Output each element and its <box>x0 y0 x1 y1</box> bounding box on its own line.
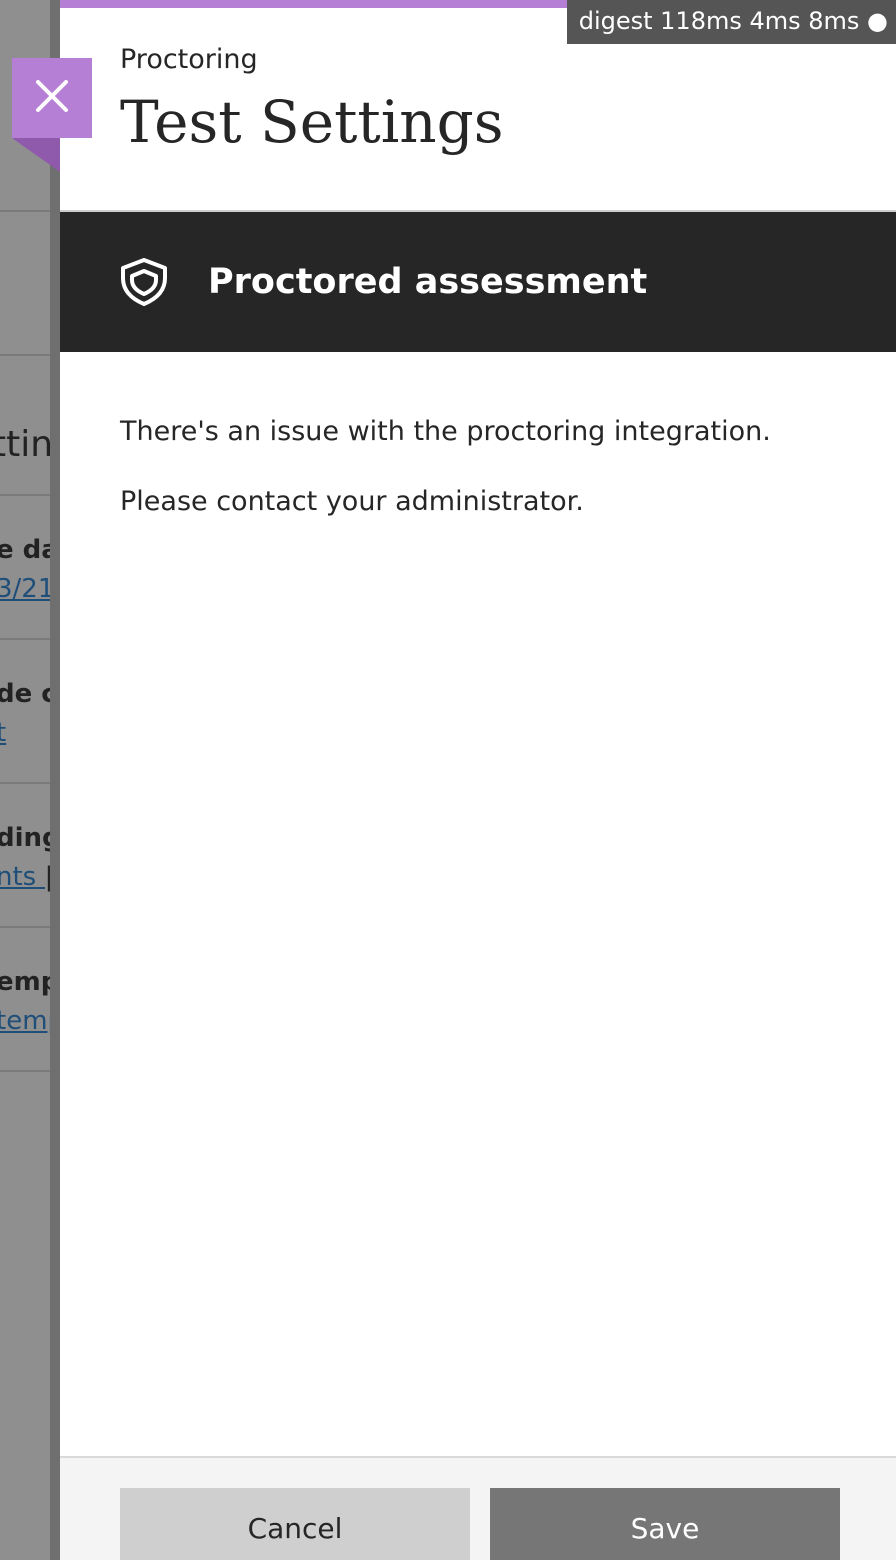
background-field-link[interactable]: nts | <box>0 862 53 892</box>
background-field-link[interactable]: t <box>0 718 6 748</box>
breadcrumb: Proctoring <box>120 44 258 75</box>
close-icon[interactable] <box>35 79 69 117</box>
page: ttin e dat 3/21, de ca t ding nts | empt… <box>0 0 896 1560</box>
save-button[interactable]: Save <box>490 1488 840 1560</box>
proctored-assessment-banner: Proctored assessment <box>60 212 896 352</box>
shield-icon <box>118 256 170 308</box>
background-page: ttin e dat 3/21, de ca t ding nts | empt… <box>0 0 60 1560</box>
background-heading: ttin <box>0 424 54 465</box>
cancel-button[interactable]: Cancel <box>120 1488 470 1560</box>
test-settings-panel: digest 118ms 4ms 8ms ● Proctoring Test S… <box>60 0 896 1560</box>
background-field-link-text[interactable]: nts <box>0 862 36 892</box>
debug-digest-badge: digest 118ms 4ms 8ms ● <box>566 0 896 44</box>
contact-admin-message: Please contact your administrator. <box>120 486 584 517</box>
integration-issue-message: There's an issue with the proctoring int… <box>120 416 771 447</box>
page-title: Test Settings <box>120 88 504 156</box>
close-panel-button[interactable] <box>12 58 92 138</box>
panel-footer: Cancel Save <box>60 1456 896 1560</box>
close-tab-fold <box>12 138 60 172</box>
background-scrollbar <box>50 0 60 1560</box>
banner-title: Proctored assessment <box>208 262 648 302</box>
